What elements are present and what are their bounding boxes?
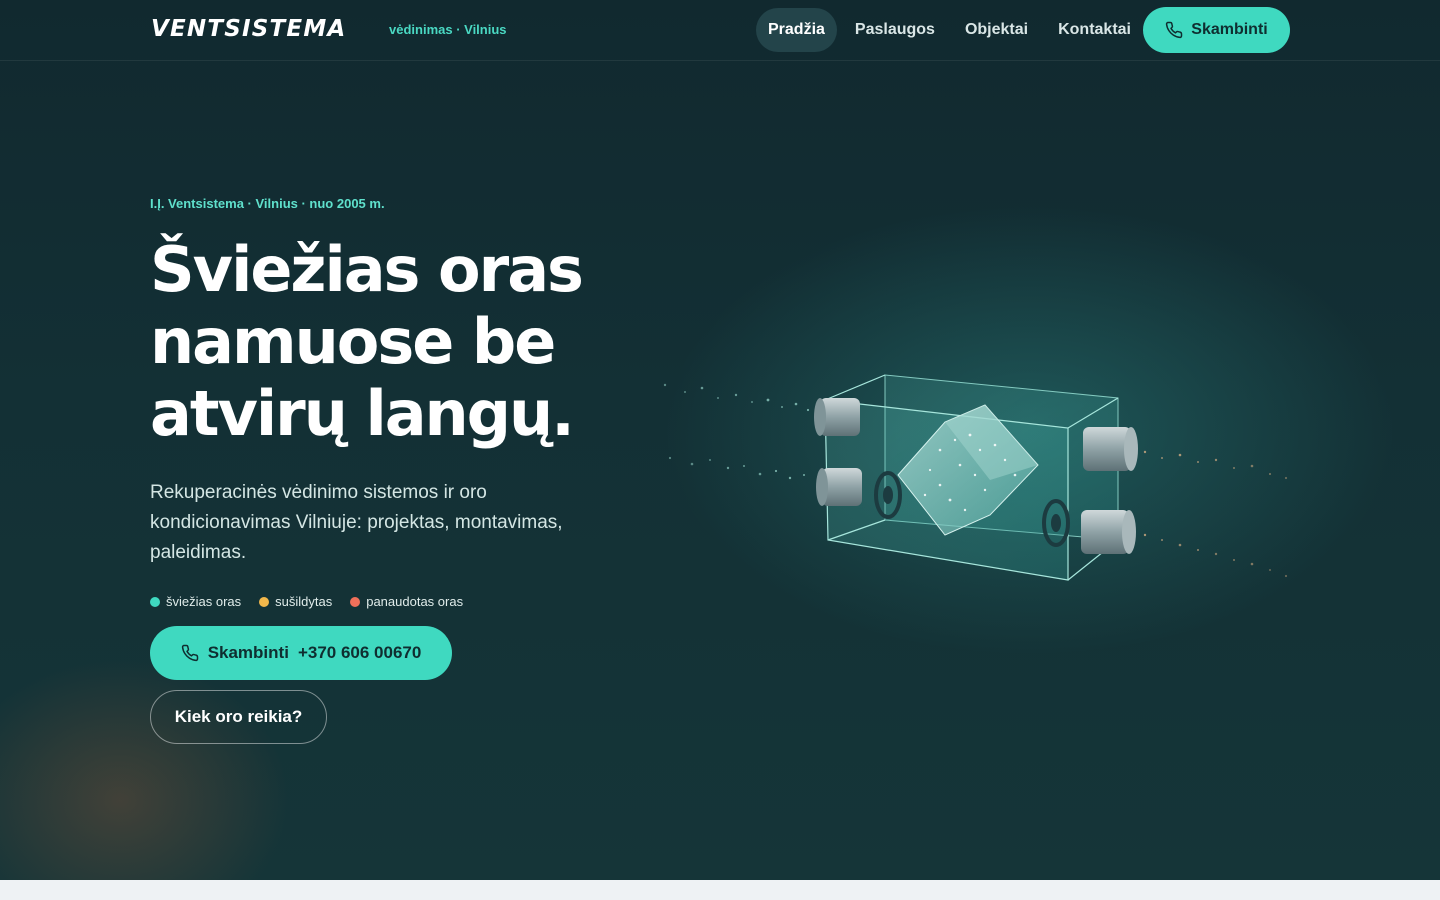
headline-line-2: namuose be xyxy=(150,305,556,378)
heat-recovery-unit-illustration xyxy=(663,374,1288,581)
logo-tagline: vėdinimas · Vilnius xyxy=(389,22,507,37)
legend-item-fresh: šviežias oras xyxy=(150,594,241,609)
site-header: VENTSISTEMA vėdinimas · Vilnius Pradžia … xyxy=(0,0,1440,61)
nav-item-pradzia[interactable]: Pradžia xyxy=(756,8,837,52)
nav-item-paslaugos[interactable]: Paslaugos xyxy=(843,8,947,52)
next-section-edge xyxy=(0,880,1440,900)
headline-line-3: atvirų langų. xyxy=(150,377,575,450)
headline-line-1: Šviežias oras xyxy=(150,233,584,306)
airflow-particles xyxy=(663,383,810,480)
logo[interactable]: VENTSISTEMA xyxy=(151,16,346,42)
legend-label-fresh: šviežias oras xyxy=(166,594,242,609)
call-button-phone: +370 606 00670 xyxy=(297,643,422,662)
airflow-legend: šviežias oras sušildytas panaudotas oras xyxy=(150,594,463,609)
airflow-particles-warm xyxy=(1143,450,1288,578)
duct-connector-icon xyxy=(1081,510,1136,554)
legend-item-heated: sušildytas xyxy=(259,594,332,609)
nav-item-kontaktai[interactable]: Kontaktai xyxy=(1046,8,1143,52)
nav-item-objektai[interactable]: Objektai xyxy=(953,8,1040,52)
header-call-label: Skambinti xyxy=(1191,21,1268,38)
call-button-label: Skambinti xyxy=(207,643,289,662)
duct-connector-icon xyxy=(814,398,860,436)
hero-eyebrow: I.Į. Ventsistema · Vilnius · nuo 2005 m. xyxy=(150,196,385,211)
legend-dot-exhaust xyxy=(350,596,361,607)
duct-connector-icon xyxy=(816,468,862,506)
legend-label-exhaust: panaudotas oras xyxy=(366,594,464,609)
phone-icon xyxy=(181,644,198,662)
duct-connector-icon xyxy=(1083,427,1138,471)
call-phone-button[interactable]: Skambinti +370 606 00670 xyxy=(150,626,452,680)
hero-section: VENTSISTEMA vėdinimas · Vilnius Pradžia … xyxy=(0,0,1440,880)
phone-icon xyxy=(1166,21,1183,39)
main-nav: Pradžia Paslaugos Objektai Kontaktai xyxy=(756,8,1143,52)
air-calculator-button[interactable]: Kiek oro reikia? xyxy=(150,690,327,744)
legend-dot-fresh xyxy=(150,596,160,607)
header-call-button[interactable]: Skambinti xyxy=(1143,7,1290,53)
legend-item-exhaust: panaudotas oras xyxy=(350,594,463,609)
legend-label-heated: sušildytas xyxy=(275,594,333,609)
hero-lead: Rekuperacinės vėdinimo sistemos ir oro k… xyxy=(150,482,563,563)
hero-headline: Šviežias oras namuose be atvirų langų. xyxy=(150,234,670,450)
legend-dot-heated xyxy=(259,596,270,607)
